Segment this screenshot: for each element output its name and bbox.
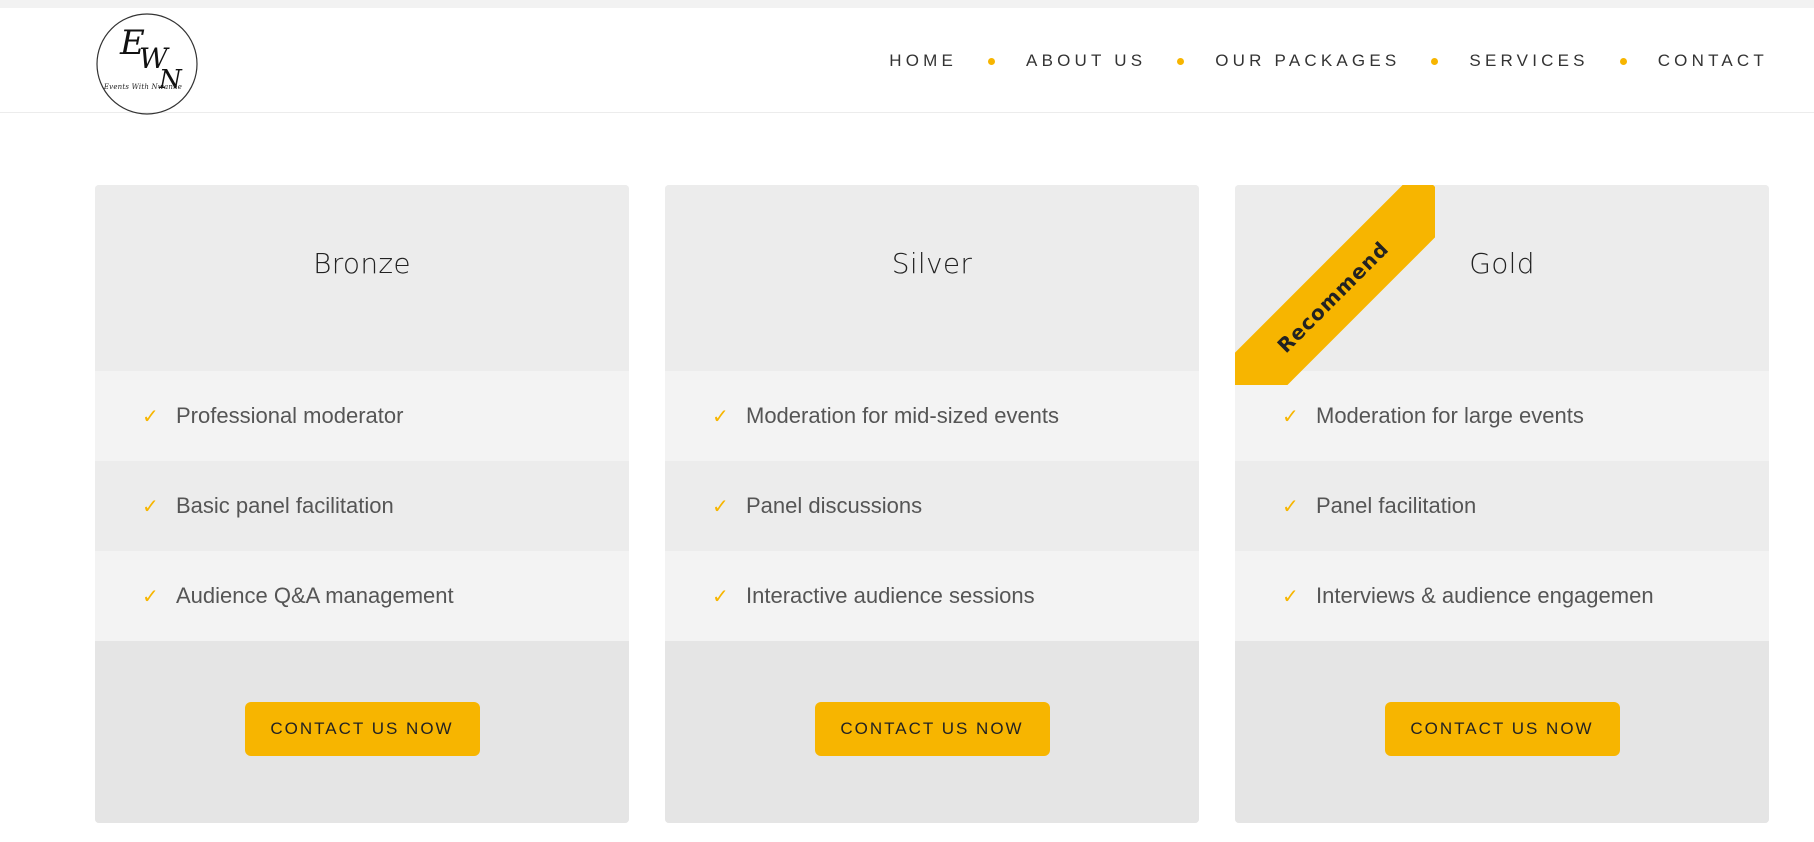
package-card-gold: Gold ✓ Moderation for large events ✓ Pan…: [1235, 185, 1769, 823]
nav-separator-dot: [1619, 57, 1627, 65]
check-icon: ✓: [712, 495, 729, 518]
package-card-footer: Contact Us Now: [95, 641, 629, 823]
check-icon: ✓: [1282, 495, 1299, 518]
nav-separator-dot: [988, 57, 996, 65]
feature-item: ✓ Basic panel facilitation: [95, 461, 629, 551]
feature-item: ✓ Interviews & audience engagemen: [1235, 551, 1769, 641]
nav-home[interactable]: Home: [889, 51, 957, 71]
feature-item: ✓ Moderation for mid-sized events: [665, 371, 1199, 461]
package-card-header: Bronze: [95, 185, 629, 371]
pricing-cards: Bronze ✓ Professional moderator ✓ Basic …: [95, 185, 1769, 823]
feature-item: ✓ Moderation for large events: [1235, 371, 1769, 461]
contact-us-now-button[interactable]: Contact Us Now: [244, 702, 480, 756]
feature-label: Panel discussions: [746, 493, 923, 518]
package-card-footer: Contact Us Now: [665, 641, 1199, 823]
feature-item: ✓ Professional moderator: [95, 371, 629, 461]
feature-item: ✓ Interactive audience sessions: [665, 551, 1199, 641]
site-header: E W N Events With Nwanne Home About Us O…: [0, 8, 1814, 115]
feature-item: ✓ Panel discussions: [665, 461, 1199, 551]
contact-us-now-button[interactable]: Contact Us Now: [814, 702, 1050, 756]
contact-us-now-button[interactable]: Contact Us Now: [1384, 702, 1620, 756]
feature-item: ✓ Audience Q&A management: [95, 551, 629, 641]
feature-label: Moderation for large events: [1316, 403, 1584, 428]
package-card-footer: Contact Us Now: [1235, 641, 1769, 823]
check-icon: ✓: [142, 495, 159, 518]
nav-separator-dot: [1431, 57, 1439, 65]
check-icon: ✓: [142, 405, 159, 428]
check-icon: ✓: [142, 585, 159, 608]
site-logo[interactable]: E W N Events With Nwanne: [93, 10, 201, 118]
feature-item: ✓ Panel facilitation: [1235, 461, 1769, 551]
feature-list: ✓ Moderation for large events ✓ Panel fa…: [1235, 371, 1769, 641]
feature-list: ✓ Moderation for mid-sized events ✓ Pane…: [665, 371, 1199, 641]
feature-label: Audience Q&A management: [176, 583, 454, 608]
nav-about-us[interactable]: About Us: [1026, 51, 1146, 71]
check-icon: ✓: [712, 585, 729, 608]
package-title: Bronze: [313, 247, 411, 280]
feature-label: Professional moderator: [176, 403, 404, 428]
package-title: Silver: [891, 247, 973, 280]
nav-separator-dot: [1177, 57, 1185, 65]
check-icon: ✓: [1282, 585, 1299, 608]
feature-list: ✓ Professional moderator ✓ Basic panel f…: [95, 371, 629, 641]
main-nav: Home About Us Our Packages Services Cont…: [889, 51, 1768, 71]
feature-label: Interviews & audience engagemen: [1316, 583, 1654, 608]
feature-label: Interactive audience sessions: [746, 583, 1035, 608]
package-card-bronze: Bronze ✓ Professional moderator ✓ Basic …: [95, 185, 629, 823]
check-icon: ✓: [1282, 405, 1299, 428]
package-card-header: Silver: [665, 185, 1199, 371]
logo-tagline: Events With Nwanne: [103, 83, 183, 91]
feature-label: Basic panel facilitation: [176, 493, 394, 518]
nav-services[interactable]: Services: [1469, 51, 1588, 71]
nav-contact[interactable]: Contact: [1658, 51, 1768, 71]
package-title: Gold: [1469, 247, 1535, 280]
check-icon: ✓: [712, 405, 729, 428]
feature-label: Panel facilitation: [1316, 493, 1477, 518]
logo-monogram-icon: E W N: [96, 13, 198, 115]
package-card-silver: Silver ✓ Moderation for mid-sized events…: [665, 185, 1199, 823]
nav-our-packages[interactable]: Our Packages: [1215, 51, 1400, 71]
package-card-header: Gold: [1235, 185, 1769, 371]
feature-label: Moderation for mid-sized events: [746, 403, 1060, 428]
